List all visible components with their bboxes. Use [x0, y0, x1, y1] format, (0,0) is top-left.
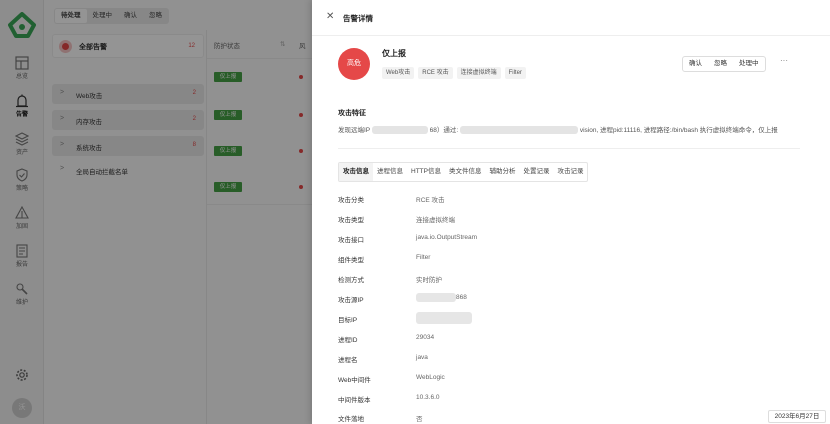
field-value: 实时防护 — [416, 277, 442, 284]
feature-suffix: vision, 进程pid:11116, 进程路径:/bin/bash 执行虚拟… — [579, 127, 778, 134]
field-key: 攻击类型 — [338, 217, 364, 224]
field-value: 连接虚拟终端 — [416, 217, 455, 224]
field-key: 进程ID — [338, 337, 358, 344]
tab-process-info[interactable]: 进程信息 — [373, 163, 407, 181]
feature-title: 攻击特征 — [338, 110, 366, 117]
tag: Filter — [504, 67, 526, 79]
field-value: Filter — [416, 254, 431, 261]
alert-detail-drawer: ✕ 告警详情 高危 仅上报 Web攻击 RCE 攻击 连接虚拟终端 Filter… — [312, 0, 830, 424]
tab-handling-record[interactable]: 处置记录 — [519, 163, 553, 181]
field-key: 攻击分类 — [338, 197, 364, 204]
action-group: 确认 忽略 处理中 — [682, 56, 766, 72]
field-value: java.io.OutputStream — [416, 234, 478, 241]
severity-badge: 高危 — [338, 48, 370, 80]
field-value: RCE 攻击 — [416, 197, 445, 204]
feature-mid: 68）通过: — [429, 127, 459, 134]
field-value: 10.3.6.0 — [416, 394, 440, 401]
detail-tabs: 攻击信息 进程信息 HTTP信息 类文件信息 辅助分析 处置记录 攻击记录 — [338, 162, 589, 182]
field-key: 进程名 — [338, 357, 358, 364]
field-value: 否 — [416, 416, 423, 423]
more-icon[interactable]: ··· — [780, 56, 788, 65]
field-value: 29034 — [416, 334, 435, 341]
field-key: 中间件版本 — [338, 397, 371, 404]
tab-class-file-info[interactable]: 类文件信息 — [445, 163, 486, 181]
redacted-text — [460, 126, 579, 135]
processing-button[interactable]: 处理中 — [733, 57, 765, 71]
field-value: java — [416, 354, 428, 361]
field-key: 检测方式 — [338, 277, 364, 284]
field-key: 目标IP — [338, 317, 358, 324]
close-icon[interactable]: ✕ — [326, 11, 334, 22]
feature-description: 发现远端IP 68）通过: vision, 进程pid:11116, 进程路径:… — [338, 124, 808, 135]
tab-aux-analysis[interactable]: 辅助分析 — [485, 163, 519, 181]
drawer-title: 告警详情 — [343, 14, 373, 23]
tag: Web攻击 — [382, 67, 415, 79]
field-value: 868 — [456, 294, 467, 301]
tab-http-info[interactable]: HTTP信息 — [407, 163, 445, 181]
redacted-ip — [416, 293, 456, 302]
field-key: 文件落地 — [338, 416, 364, 423]
modal-overlay[interactable] — [0, 0, 312, 424]
divider — [338, 148, 800, 149]
redacted-ip — [371, 126, 428, 135]
confirm-button[interactable]: 确认 — [683, 57, 708, 71]
drawer-header: ✕ 告警详情 — [312, 0, 830, 36]
field-key: 组件类型 — [338, 257, 364, 264]
alert-name: 仅上报 — [382, 49, 406, 58]
tag: RCE 攻击 — [418, 67, 453, 79]
field-value: WebLogic — [416, 374, 445, 381]
field-key: 攻击源IP — [338, 297, 364, 304]
field-key: Web中间件 — [338, 377, 371, 384]
field-key: 攻击接口 — [338, 237, 364, 244]
feature-prefix: 发现远端IP — [338, 127, 371, 134]
ignore-button[interactable]: 忽略 — [708, 57, 733, 71]
tag: 连接虚拟终端 — [456, 67, 501, 79]
tab-attack-record[interactable]: 攻击记录 — [553, 163, 587, 181]
redacted-ip — [416, 312, 472, 324]
tab-attack-info[interactable]: 攻击信息 — [339, 163, 373, 181]
date-badge: 2023年6月27日 — [768, 410, 826, 423]
alert-tags: Web攻击 RCE 攻击 连接虚拟终端 Filter — [382, 67, 526, 79]
